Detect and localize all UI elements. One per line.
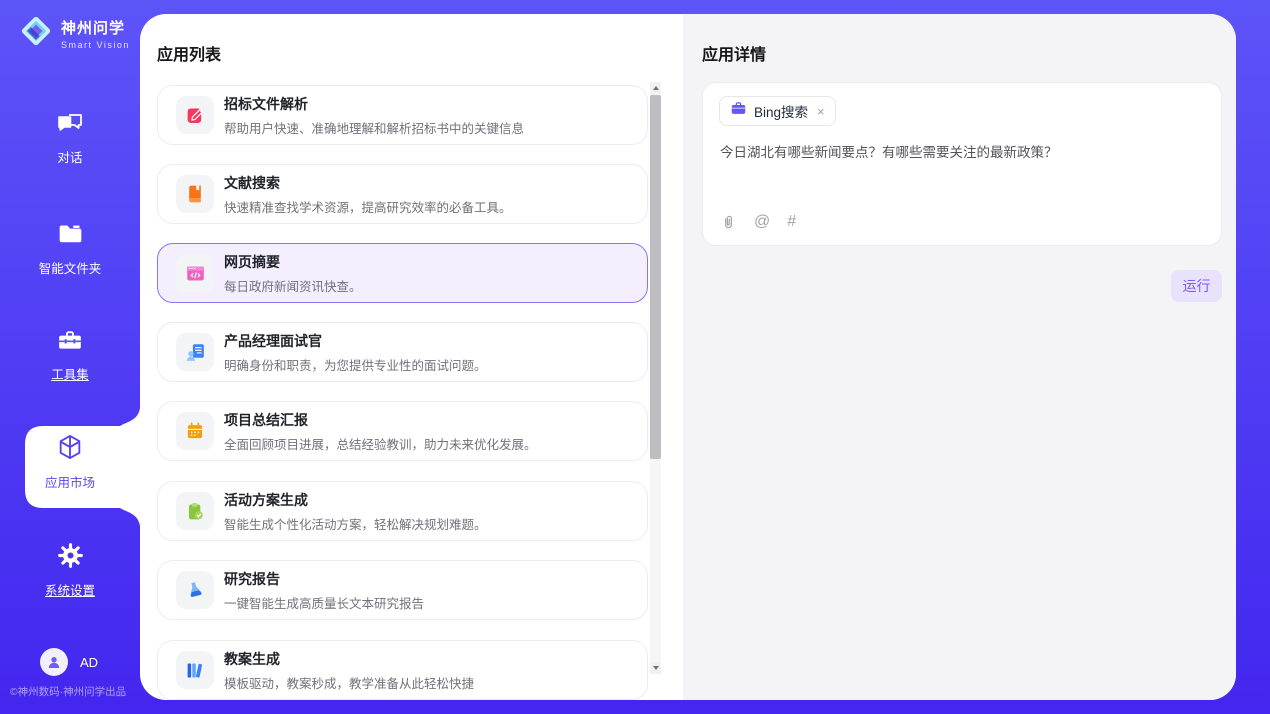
app-card-description: 帮助用户快速、准确地理解和解析招标书中的关键信息	[224, 118, 524, 137]
app-card-7[interactable]: 研究报告一键智能生成高质量长文本研究报告	[157, 560, 648, 620]
user-profile[interactable]: AD	[40, 648, 98, 676]
app-window: 神州问学 Smart Vision 对话智能文件夹工具集应用市场系统设置 AD …	[0, 0, 1270, 714]
sidebar-item-app-market[interactable]: 应用市场	[0, 433, 140, 491]
app-card-description: 明确身份和职责，为您提供专业性的面试问题。	[224, 355, 487, 374]
app-card-description: 模板驱动，教案秒成，教学准备从此轻松快捷	[224, 673, 474, 692]
app-card-3[interactable]: 网页摘要每日政府新闻资讯快查。	[157, 243, 648, 303]
sidebar-item-settings[interactable]: 系统设置	[0, 542, 140, 599]
app-card-name: 招标文件解析	[224, 94, 524, 114]
app-card-8[interactable]: 教案生成模板驱动，教案秒成，教学准备从此轻松快捷	[157, 640, 648, 700]
run-button[interactable]: 运行	[1171, 270, 1222, 302]
app-card-name: 教案生成	[224, 649, 474, 669]
app-card-1[interactable]: 招标文件解析帮助用户快速、准确地理解和解析招标书中的关键信息	[157, 85, 648, 145]
scrollbar-thumb[interactable]	[650, 95, 661, 459]
gear-icon	[57, 542, 84, 570]
tool-tag-label: Bing搜索	[754, 101, 808, 121]
calendar-icon	[176, 412, 214, 450]
prompt-input-card[interactable]: Bing搜索 × 今日湖北有哪些新闻要点？有哪些需要关注的最新政策？ @#	[702, 82, 1222, 246]
close-icon[interactable]: ×	[817, 104, 825, 119]
list-scrollbar[interactable]	[650, 82, 661, 674]
brand-subtitle: Smart Vision	[61, 40, 130, 50]
sidebar-item-folders[interactable]: 智能文件夹	[0, 221, 140, 277]
sidebar-item-chat[interactable]: 对话	[0, 110, 140, 166]
sidebar-item-label: 系统设置	[0, 580, 140, 599]
app-card-name: 文献搜索	[224, 173, 512, 193]
scrollbar-down-arrow[interactable]	[650, 662, 661, 674]
content-panel: 应用列表 招标文件解析帮助用户快速、准确地理解和解析招标书中的关键信息文献搜索快…	[140, 14, 1236, 700]
sidebar-item-label: 应用市场	[0, 472, 140, 491]
app-card-4[interactable]: 产品经理面试官明确身份和职责，为您提供专业性的面试问题。	[157, 322, 648, 382]
tool-tag-bing-search[interactable]: Bing搜索 ×	[719, 96, 836, 126]
sidebar-item-tools[interactable]: 工具集	[0, 327, 140, 383]
copyright-text: ©神州数码·神州问学出品	[0, 684, 136, 699]
app-card-name: 网页摘要	[224, 252, 362, 272]
user-initials: AD	[80, 655, 98, 670]
app-card-5[interactable]: 项目总结汇报全面回顾项目进展，总结经验教训，助力未来优化发展。	[157, 401, 648, 461]
chat-icon	[56, 110, 84, 138]
sidebar: 神州问学 Smart Vision 对话智能文件夹工具集应用市场系统设置 AD …	[0, 0, 140, 714]
brand-logo: 神州问学 Smart Vision	[18, 13, 130, 54]
paperclip-icon[interactable]	[720, 213, 737, 231]
scrollbar-up-arrow[interactable]	[650, 82, 661, 94]
app-card-name: 研究报告	[224, 569, 424, 589]
app-card-name: 项目总结汇报	[224, 410, 537, 430]
app-card-description: 全面回顾项目进展，总结经验教训，助力未来优化发展。	[224, 434, 537, 453]
app-card-name: 活动方案生成	[224, 490, 487, 510]
edit-document-icon	[176, 96, 214, 134]
app-detail-title: 应用详情	[702, 41, 766, 65]
web-code-icon	[176, 254, 214, 292]
sidebar-item-label: 对话	[0, 147, 140, 166]
app-card-description: 智能生成个性化活动方案，轻松解决规划难题。	[224, 514, 487, 533]
sidebar-item-label: 智能文件夹	[0, 258, 140, 277]
flask-icon	[176, 571, 214, 609]
app-card-name: 产品经理面试官	[224, 331, 487, 351]
app-card-description: 一键智能生成高质量长文本研究报告	[224, 593, 424, 612]
toolbox-icon	[56, 327, 84, 355]
app-card-description: 每日政府新闻资讯快查。	[224, 276, 362, 295]
book-icon	[176, 175, 214, 213]
hash-icon[interactable]: #	[787, 214, 796, 230]
briefcase-icon	[730, 100, 747, 122]
app-list-title: 应用列表	[157, 41, 221, 65]
attachment-toolbar: @#	[720, 213, 796, 231]
app-card-2[interactable]: 文献搜索快速精准查找学术资源，提高研究效率的必备工具。	[157, 164, 648, 224]
app-card-description: 快速精准查找学术资源，提高研究效率的必备工具。	[224, 197, 512, 216]
app-card-6[interactable]: 活动方案生成智能生成个性化活动方案，轻松解决规划难题。	[157, 481, 648, 541]
brand-name: 神州问学	[61, 20, 125, 37]
diamond-logo-icon	[18, 13, 54, 54]
interview-icon	[176, 333, 214, 371]
folder-icon	[57, 221, 84, 249]
books-icon	[176, 651, 214, 689]
avatar	[40, 648, 68, 676]
at-icon[interactable]: @	[754, 214, 770, 230]
clipboard-icon	[176, 492, 214, 530]
sidebar-item-label: 工具集	[0, 364, 140, 383]
query-input[interactable]: 今日湖北有哪些新闻要点？有哪些需要关注的最新政策？	[720, 143, 1200, 163]
app-detail-section: 应用详情 Bing搜索 × 今日湖北有哪些新闻要点？有哪些需要关注的最新政策？ …	[683, 14, 1236, 700]
cube-icon	[56, 433, 84, 461]
